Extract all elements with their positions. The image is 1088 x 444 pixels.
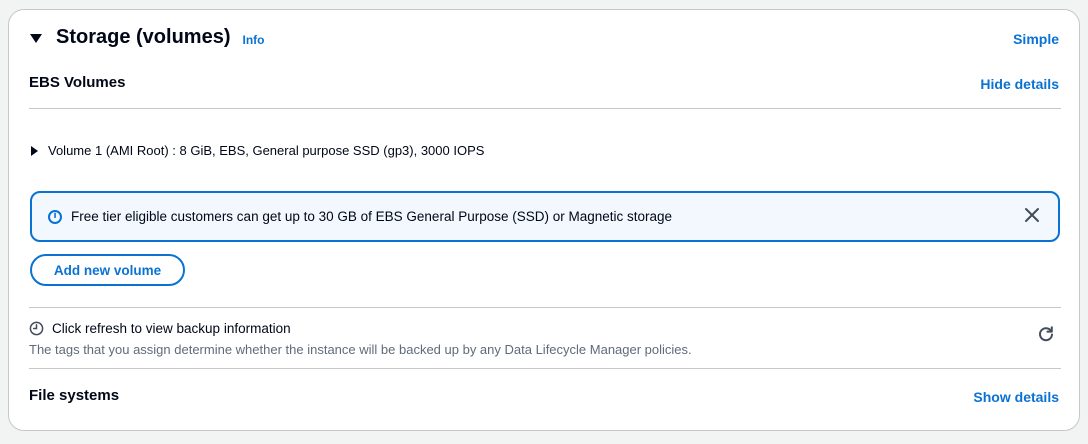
caret-right-icon — [31, 145, 38, 156]
clock-icon — [29, 321, 44, 336]
show-details-link[interactable]: Show details — [973, 389, 1059, 405]
backup-description: The tags that you assign determine wheth… — [29, 342, 692, 357]
alert-text: Free tier eligible customers can get up … — [71, 209, 673, 224]
close-icon[interactable] — [1024, 207, 1040, 223]
volume-1-expander[interactable]: Volume 1 (AMI Root) : 8 GiB, EBS, Genera… — [31, 143, 484, 158]
divider — [29, 307, 1061, 308]
info-circle-icon: i — [48, 209, 62, 224]
volume-summary: Volume 1 (AMI Root) : 8 GiB, EBS, Genera… — [48, 143, 485, 158]
section-header[interactable]: Storage (volumes) Info — [30, 26, 264, 49]
storage-volumes-panel: Storage (volumes) Info Simple EBS Volume… — [8, 9, 1080, 431]
divider — [29, 108, 1061, 109]
hide-details-link[interactable]: Hide details — [980, 76, 1059, 92]
add-new-volume-button[interactable]: Add new volume — [30, 254, 185, 286]
ebs-volumes-title: EBS Volumes — [29, 74, 126, 91]
caret-down-icon[interactable] — [30, 34, 42, 43]
file-systems-title: File systems — [29, 387, 120, 404]
info-link[interactable]: Info — [242, 33, 264, 47]
simple-mode-link[interactable]: Simple — [1013, 31, 1059, 47]
free-tier-alert: i Free tier eligible customers can get u… — [30, 191, 1060, 242]
refresh-icon[interactable] — [1037, 325, 1055, 343]
divider — [29, 368, 1061, 369]
backup-heading: Click refresh to view backup information — [52, 321, 291, 336]
section-title: Storage (volumes) — [56, 26, 231, 48]
backup-info-row: Click refresh to view backup information — [29, 321, 291, 336]
